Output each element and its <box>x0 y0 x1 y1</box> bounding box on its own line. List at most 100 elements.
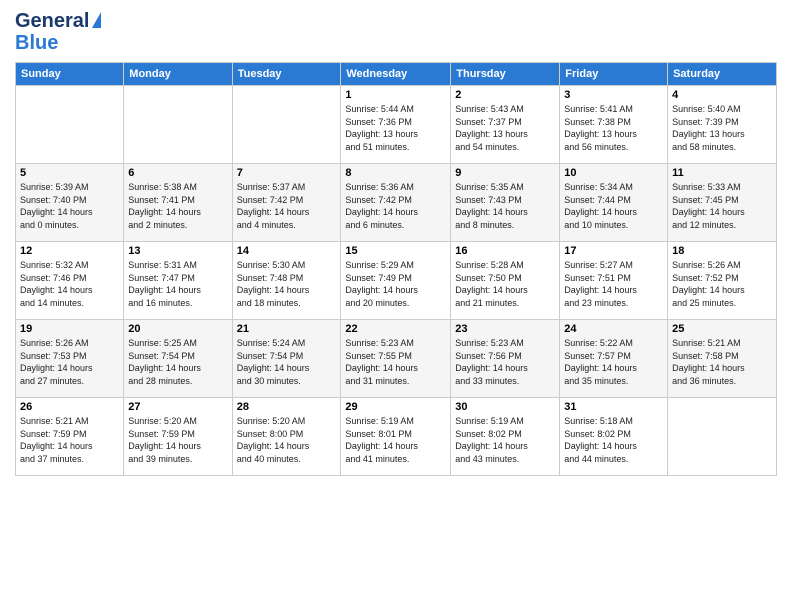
logo-triangle-icon <box>92 12 101 28</box>
calendar-cell: 6Sunrise: 5:38 AM Sunset: 7:41 PM Daylig… <box>124 164 232 242</box>
calendar-cell: 5 Sunrise: 5:39 AM Sunset: 7:40 PM Daylig… <box>16 164 124 242</box>
calendar-cell: 31 Sunrise: 5:18 AM Sunset: 8:02 PM Dayli… <box>560 398 668 476</box>
calendar-cell: 30 Sunrise: 5:19 AM Sunset: 8:02 PM Dayli… <box>451 398 560 476</box>
calendar-cell: 14 Sunrise: 5:30 AM Sunset: 7:48 PM Dayli… <box>232 242 341 320</box>
day-info: Sunrise: 5:20 AM Sunset: 8:00 PM Dayligh… <box>237 415 337 465</box>
calendar-cell: 16 Sunrise: 5:28 AM Sunset: 7:50 PM Dayli… <box>451 242 560 320</box>
calendar-week-row: 5 Sunrise: 5:39 AM Sunset: 7:40 PM Daylig… <box>16 164 777 242</box>
day-number: 11 <box>672 167 772 179</box>
day-number: 3 <box>564 89 663 101</box>
day-number: 18 <box>672 245 772 257</box>
calendar-cell: 28 Sunrise: 5:20 AM Sunset: 8:00 PM Dayli… <box>232 398 341 476</box>
day-info: Sunrise: 5:25 AM Sunset: 7:54 PM Dayligh… <box>128 337 227 387</box>
calendar-cell: 15 Sunrise: 5:29 AM Sunset: 7:49 PM Dayli… <box>341 242 451 320</box>
day-info: Sunrise: 5:28 AM Sunset: 7:50 PM Dayligh… <box>455 259 555 309</box>
calendar-cell: 19 Sunrise: 5:26 AM Sunset: 7:53 PM Dayli… <box>16 320 124 398</box>
calendar-week-row: 26 Sunrise: 5:21 AM Sunset: 7:59 PM Dayli… <box>16 398 777 476</box>
calendar-cell: 4 Sunrise: 5:40 AM Sunset: 7:39 PM Daylig… <box>668 86 777 164</box>
day-number: 14 <box>237 245 337 257</box>
day-number: 26 <box>20 401 119 413</box>
calendar-cell: 17 Sunrise: 5:27 AM Sunset: 7:51 PM Dayli… <box>560 242 668 320</box>
col-friday: Friday <box>560 63 668 86</box>
logo-blue: Blue <box>15 32 58 54</box>
col-thursday: Thursday <box>451 63 560 86</box>
calendar-cell: 21 Sunrise: 5:24 AM Sunset: 7:54 PM Dayli… <box>232 320 341 398</box>
day-info: Sunrise: 5:29 AM Sunset: 7:49 PM Dayligh… <box>345 259 446 309</box>
day-info: Sunrise: 5:35 AM Sunset: 7:43 PM Dayligh… <box>455 181 555 231</box>
day-info: Sunrise: 5:34 AM Sunset: 7:44 PM Dayligh… <box>564 181 663 231</box>
day-info: Sunrise: 5:38 AM Sunset: 7:41 PM Dayligh… <box>128 181 227 231</box>
day-number: 19 <box>20 323 119 335</box>
day-number: 25 <box>672 323 772 335</box>
calendar-cell: 26 Sunrise: 5:21 AM Sunset: 7:59 PM Dayli… <box>16 398 124 476</box>
day-number: 31 <box>564 401 663 413</box>
day-number: 27 <box>128 401 227 413</box>
day-number: 9 <box>455 167 555 179</box>
day-number: 13 <box>128 245 227 257</box>
calendar-cell <box>16 86 124 164</box>
col-sunday: Sunday <box>16 63 124 86</box>
calendar-cell: 11Sunrise: 5:33 AM Sunset: 7:45 PM Dayli… <box>668 164 777 242</box>
day-info: Sunrise: 5:20 AM Sunset: 7:59 PM Dayligh… <box>128 415 227 465</box>
day-number: 4 <box>672 89 772 101</box>
calendar-week-row: 1 Sunrise: 5:44 AM Sunset: 7:36 PM Daylig… <box>16 86 777 164</box>
day-info: Sunrise: 5:21 AM Sunset: 7:59 PM Dayligh… <box>20 415 119 465</box>
day-info: Sunrise: 5:30 AM Sunset: 7:48 PM Dayligh… <box>237 259 337 309</box>
day-number: 16 <box>455 245 555 257</box>
day-number: 8 <box>345 167 446 179</box>
day-number: 21 <box>237 323 337 335</box>
calendar-cell: 23 Sunrise: 5:23 AM Sunset: 7:56 PM Dayli… <box>451 320 560 398</box>
day-info: Sunrise: 5:39 AM Sunset: 7:40 PM Dayligh… <box>20 181 119 231</box>
calendar-cell: 22Sunrise: 5:23 AM Sunset: 7:55 PM Dayli… <box>341 320 451 398</box>
calendar-cell: 3 Sunrise: 5:41 AM Sunset: 7:38 PM Daylig… <box>560 86 668 164</box>
day-number: 5 <box>20 167 119 179</box>
calendar-cell: 1 Sunrise: 5:44 AM Sunset: 7:36 PM Daylig… <box>341 86 451 164</box>
calendar-table: Sunday Monday Tuesday Wednesday Thursday… <box>15 62 777 476</box>
calendar-week-row: 19 Sunrise: 5:26 AM Sunset: 7:53 PM Dayli… <box>16 320 777 398</box>
calendar-cell: 18Sunrise: 5:26 AM Sunset: 7:52 PM Dayli… <box>668 242 777 320</box>
col-tuesday: Tuesday <box>232 63 341 86</box>
day-number: 30 <box>455 401 555 413</box>
calendar-cell: 25 Sunrise: 5:21 AM Sunset: 7:58 PM Dayli… <box>668 320 777 398</box>
calendar-cell: 9 Sunrise: 5:35 AM Sunset: 7:43 PM Daylig… <box>451 164 560 242</box>
header: General Blue <box>15 10 777 54</box>
day-number: 23 <box>455 323 555 335</box>
calendar-cell: 12 Sunrise: 5:32 AM Sunset: 7:46 PM Dayli… <box>16 242 124 320</box>
calendar-cell <box>124 86 232 164</box>
day-info: Sunrise: 5:31 AM Sunset: 7:47 PM Dayligh… <box>128 259 227 309</box>
day-info: Sunrise: 5:32 AM Sunset: 7:46 PM Dayligh… <box>20 259 119 309</box>
day-number: 2 <box>455 89 555 101</box>
day-number: 24 <box>564 323 663 335</box>
day-info: Sunrise: 5:40 AM Sunset: 7:39 PM Dayligh… <box>672 103 772 153</box>
logo-general: General <box>15 10 89 32</box>
calendar-cell: 20Sunrise: 5:25 AM Sunset: 7:54 PM Dayli… <box>124 320 232 398</box>
logo: General Blue <box>15 10 101 54</box>
calendar-cell <box>232 86 341 164</box>
day-number: 17 <box>564 245 663 257</box>
calendar-week-row: 12 Sunrise: 5:32 AM Sunset: 7:46 PM Dayli… <box>16 242 777 320</box>
calendar-cell: 13 Sunrise: 5:31 AM Sunset: 7:47 PM Dayli… <box>124 242 232 320</box>
day-info: Sunrise: 5:41 AM Sunset: 7:38 PM Dayligh… <box>564 103 663 153</box>
day-number: 15 <box>345 245 446 257</box>
day-info: Sunrise: 5:27 AM Sunset: 7:51 PM Dayligh… <box>564 259 663 309</box>
day-number: 12 <box>20 245 119 257</box>
day-info: Sunrise: 5:21 AM Sunset: 7:58 PM Dayligh… <box>672 337 772 387</box>
day-info: Sunrise: 5:37 AM Sunset: 7:42 PM Dayligh… <box>237 181 337 231</box>
day-info: Sunrise: 5:18 AM Sunset: 8:02 PM Dayligh… <box>564 415 663 465</box>
day-info: Sunrise: 5:26 AM Sunset: 7:53 PM Dayligh… <box>20 337 119 387</box>
calendar-cell: 8Sunrise: 5:36 AM Sunset: 7:42 PM Daylig… <box>341 164 451 242</box>
day-number: 28 <box>237 401 337 413</box>
day-number: 22 <box>345 323 446 335</box>
calendar-cell <box>668 398 777 476</box>
day-number: 10 <box>564 167 663 179</box>
day-info: Sunrise: 5:24 AM Sunset: 7:54 PM Dayligh… <box>237 337 337 387</box>
day-info: Sunrise: 5:19 AM Sunset: 8:02 PM Dayligh… <box>455 415 555 465</box>
day-info: Sunrise: 5:23 AM Sunset: 7:56 PM Dayligh… <box>455 337 555 387</box>
calendar-cell: 2 Sunrise: 5:43 AM Sunset: 7:37 PM Daylig… <box>451 86 560 164</box>
day-info: Sunrise: 5:44 AM Sunset: 7:36 PM Dayligh… <box>345 103 446 153</box>
day-number: 1 <box>345 89 446 101</box>
calendar-cell: 10 Sunrise: 5:34 AM Sunset: 7:44 PM Dayli… <box>560 164 668 242</box>
day-info: Sunrise: 5:43 AM Sunset: 7:37 PM Dayligh… <box>455 103 555 153</box>
calendar-cell: 7Sunrise: 5:37 AM Sunset: 7:42 PM Daylig… <box>232 164 341 242</box>
calendar-header-row: Sunday Monday Tuesday Wednesday Thursday… <box>16 63 777 86</box>
